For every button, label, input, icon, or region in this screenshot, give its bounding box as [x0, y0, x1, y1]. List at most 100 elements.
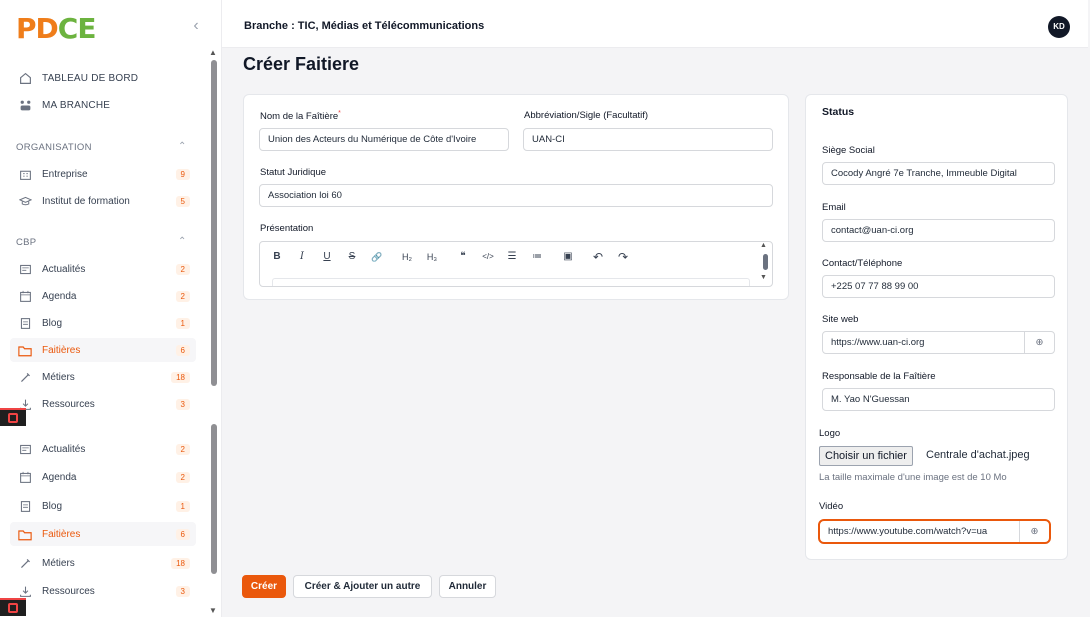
sidebar-item-metiers[interactable]: Métiers 18: [10, 551, 196, 575]
sidebar-item-blog[interactable]: Blog 1: [10, 311, 196, 335]
sidebar-item-faitieres[interactable]: Faitières 6: [10, 522, 196, 546]
count-badge: 9: [175, 168, 190, 180]
presentation-editor[interactable]: B I U S 🔗 H₂ H₃ ❝ </> ☰ ≔ ▣ ↶ ↷ ▲ ▼: [259, 241, 773, 287]
folder-icon: [18, 343, 32, 357]
site-input[interactable]: https://www.uan-ci.org ⊕: [822, 331, 1055, 354]
statut-input[interactable]: Association loi 60: [259, 184, 773, 207]
sidebar: PDCE ‹ TABLEAU DE BORD MA BRANCHE ORGANI…: [0, 0, 222, 617]
video-input[interactable]: https://www.youtube.com/watch?v=ua ⊕: [818, 519, 1051, 544]
section-title-organisation: ORGANISATION: [16, 142, 92, 153]
heading-3-button[interactable]: H₃: [423, 249, 441, 265]
globe-icon: ⊕: [1024, 332, 1054, 353]
sidebar-item-agenda[interactable]: Agenda 2: [10, 465, 196, 489]
statut-label: Statut Juridique: [260, 167, 327, 178]
site-label: Site web: [822, 314, 859, 325]
sidebar-item-faitieres[interactable]: Faitières 6: [10, 338, 196, 362]
abbr-label: Abbréviation/Sigle (Facultatif): [524, 110, 649, 121]
laravel-debug-icon[interactable]: [0, 408, 26, 426]
code-icon[interactable]: </>: [479, 249, 497, 265]
editor-scroll-up-arrow[interactable]: ▲: [760, 242, 767, 249]
sidebar-item-actualites[interactable]: Actualités 2: [10, 437, 196, 461]
contact-label: Contact/Téléphone: [822, 258, 903, 269]
contact-input[interactable]: +225 07 77 88 99 00: [822, 275, 1055, 298]
count-badge: 3: [175, 398, 190, 410]
top-bar: Branche : TIC, Médias et Télécommunicati…: [222, 0, 1088, 48]
laravel-debug-icon[interactable]: [0, 598, 26, 616]
sidebar-item-ressources[interactable]: Ressources 3: [10, 579, 196, 603]
sidebar-item-institut[interactable]: Institut de formation 5: [10, 189, 196, 213]
sidebar-item-ma-branche[interactable]: MA BRANCHE: [10, 93, 196, 117]
sidebar-item-metiers[interactable]: Métiers 18: [10, 365, 196, 389]
quote-icon[interactable]: ❝: [454, 249, 472, 265]
image-icon[interactable]: ▣: [559, 249, 577, 265]
sidebar-scrollbar-thumb[interactable]: [211, 60, 217, 386]
sidebar-item-actualites[interactable]: Actualités 2: [10, 257, 196, 281]
responsable-label: Responsable de la Faîtière: [822, 371, 936, 382]
count-badge: 2: [175, 263, 190, 275]
bullet-list-icon[interactable]: ☰: [503, 249, 521, 265]
calendar-icon: [18, 470, 32, 484]
scroll-down-arrow[interactable]: ▼: [207, 606, 219, 615]
italic-button[interactable]: I: [293, 249, 311, 265]
tool-icon: [18, 370, 32, 384]
newspaper-icon: [18, 262, 32, 276]
editor-scrollbar-thumb[interactable]: [763, 254, 768, 270]
logo-label: Logo: [819, 428, 841, 439]
download-icon: [18, 584, 32, 598]
presentation-label: Présentation: [260, 223, 314, 234]
count-badge: 2: [175, 471, 190, 483]
create-button[interactable]: Créer: [242, 575, 286, 598]
siege-label: Siège Social: [822, 145, 875, 156]
tool-icon: [18, 556, 32, 570]
responsable-input[interactable]: M. Yao N'Guessan: [822, 388, 1055, 411]
create-and-add-button[interactable]: Créer & Ajouter un autre: [293, 575, 432, 598]
branch-title: Branche : TIC, Médias et Télécommunicati…: [244, 20, 485, 32]
undo-icon[interactable]: ↶: [589, 249, 607, 265]
presentation-textarea[interactable]: [272, 278, 750, 286]
link-icon[interactable]: 🔗: [368, 249, 386, 265]
sidebar-item-blog[interactable]: Blog 1: [10, 494, 196, 518]
home-icon: [18, 71, 32, 85]
count-badge: 1: [175, 500, 190, 512]
newspaper-icon: [18, 442, 32, 456]
count-badge: 2: [175, 443, 190, 455]
redo-icon[interactable]: ↷: [614, 249, 632, 265]
underline-button[interactable]: U: [318, 249, 336, 265]
user-avatar[interactable]: KD: [1048, 16, 1070, 38]
sidebar-item-ressources[interactable]: Ressources 3: [10, 392, 196, 416]
numbered-list-icon[interactable]: ≔: [528, 249, 546, 265]
nom-label: Nom de la Faîtière*: [260, 110, 341, 123]
pdce-logo[interactable]: PDCE: [16, 12, 96, 45]
sidebar-item-entreprise[interactable]: Entreprise 9: [10, 162, 196, 186]
email-label: Email: [822, 202, 846, 213]
sidebar-scrollbar-thumb[interactable]: [211, 424, 217, 574]
count-badge: 5: [175, 195, 190, 207]
heading-2-button[interactable]: H₂: [398, 249, 416, 265]
siege-input[interactable]: Cocody Angré 7e Tranche, Immeuble Digita…: [822, 162, 1055, 185]
section-title-cbp: CBP: [16, 237, 37, 248]
bold-button[interactable]: B: [268, 249, 286, 265]
count-badge: 18: [171, 557, 190, 569]
abbr-input[interactable]: UAN-CI: [523, 128, 773, 151]
cancel-button[interactable]: Annuler: [439, 575, 496, 598]
branch-icon: [18, 98, 32, 112]
collapse-sidebar-button[interactable]: ‹: [188, 16, 204, 36]
count-badge: 2: [175, 290, 190, 302]
chevron-up-icon[interactable]: ⌃: [178, 236, 186, 247]
chevron-up-icon[interactable]: ⌃: [178, 141, 186, 152]
video-label: Vidéo: [819, 501, 844, 512]
count-badge: 6: [175, 344, 190, 356]
email-input[interactable]: contact@uan-ci.org: [822, 219, 1055, 242]
count-badge: 3: [175, 585, 190, 597]
count-badge: 1: [175, 317, 190, 329]
nom-input[interactable]: Union des Acteurs du Numérique de Côte d…: [259, 128, 509, 151]
document-icon: [18, 499, 32, 513]
scroll-up-arrow[interactable]: ▲: [207, 48, 219, 57]
choose-file-button[interactable]: Choisir un fichier: [819, 446, 913, 466]
count-badge: 18: [171, 371, 190, 383]
page-title: Créer Faitiere: [243, 54, 360, 74]
strikethrough-button[interactable]: S: [343, 249, 361, 265]
editor-scroll-down-arrow[interactable]: ▼: [760, 274, 767, 281]
sidebar-item-agenda[interactable]: Agenda 2: [10, 284, 196, 308]
sidebar-item-dashboard[interactable]: TABLEAU DE BORD: [10, 66, 196, 90]
